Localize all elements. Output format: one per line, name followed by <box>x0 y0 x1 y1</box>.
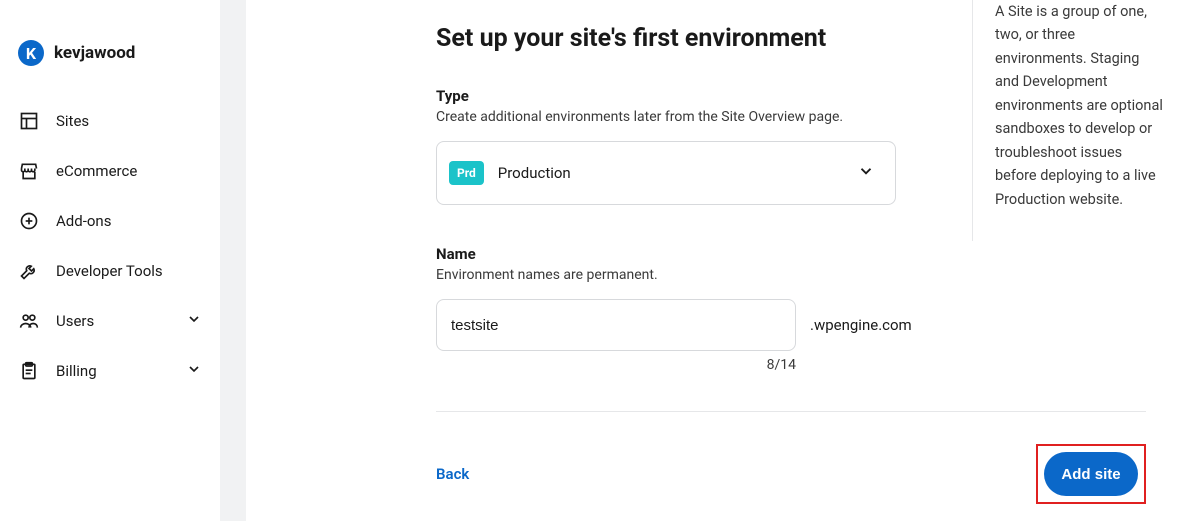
name-label: Name <box>436 245 936 263</box>
clipboard-icon <box>18 360 40 382</box>
back-link[interactable]: Back <box>436 465 469 483</box>
name-help: Environment names are permanent. <box>436 267 936 283</box>
environment-type-select[interactable]: Prd Production <box>436 141 896 205</box>
store-icon <box>18 160 40 182</box>
environment-name-input[interactable] <box>436 299 796 351</box>
add-site-button[interactable]: Add site <box>1044 452 1138 496</box>
chevron-down-icon <box>186 311 202 331</box>
sidebar-item-addons[interactable]: Add-ons <box>0 196 220 246</box>
sidebar-item-sites[interactable]: Sites <box>0 96 220 146</box>
sidebar-item-label: Add-ons <box>56 212 111 230</box>
wrench-icon <box>18 260 40 282</box>
add-site-highlight: Add site <box>1036 444 1146 504</box>
sidebar-item-label: Billing <box>56 362 97 380</box>
sidebar-item-devtools[interactable]: Developer Tools <box>0 246 220 296</box>
account-brand[interactable]: K kevjawood <box>0 18 220 96</box>
sidebar-item-label: eCommerce <box>56 162 137 180</box>
sidebar-item-billing[interactable]: Billing <box>0 346 220 396</box>
chevron-down-icon <box>186 361 202 381</box>
sidebar: K kevjawood Sites eCommerce Add-ons <box>0 0 220 521</box>
char-count: 8/14 <box>436 357 796 373</box>
plus-circle-icon <box>18 210 40 232</box>
chevron-down-icon <box>857 162 875 184</box>
type-label: Type <box>436 87 936 105</box>
env-selected-value: Production <box>498 164 571 182</box>
env-badge: Prd <box>449 161 484 185</box>
account-avatar: K <box>18 40 44 66</box>
type-help: Create additional environments later fro… <box>436 109 936 125</box>
sidebar-item-label: Sites <box>56 112 89 130</box>
info-text: A Site is a group of one, two, or three … <box>995 0 1166 211</box>
layout-gutter <box>220 0 246 521</box>
info-panel: A Site is a group of one, two, or three … <box>972 0 1166 241</box>
sidebar-item-ecommerce[interactable]: eCommerce <box>0 146 220 196</box>
main-content: Set up your site's first environment Typ… <box>246 0 1200 521</box>
grid-icon <box>18 110 40 132</box>
sidebar-item-users[interactable]: Users <box>0 296 220 346</box>
divider <box>436 411 1146 412</box>
account-name: kevjawood <box>54 43 135 63</box>
domain-suffix: .wpengine.com <box>810 316 912 334</box>
page-title: Set up your site's first environment <box>436 24 936 53</box>
sidebar-item-label: Developer Tools <box>56 262 163 280</box>
users-icon <box>18 310 40 332</box>
sidebar-item-label: Users <box>56 312 94 330</box>
